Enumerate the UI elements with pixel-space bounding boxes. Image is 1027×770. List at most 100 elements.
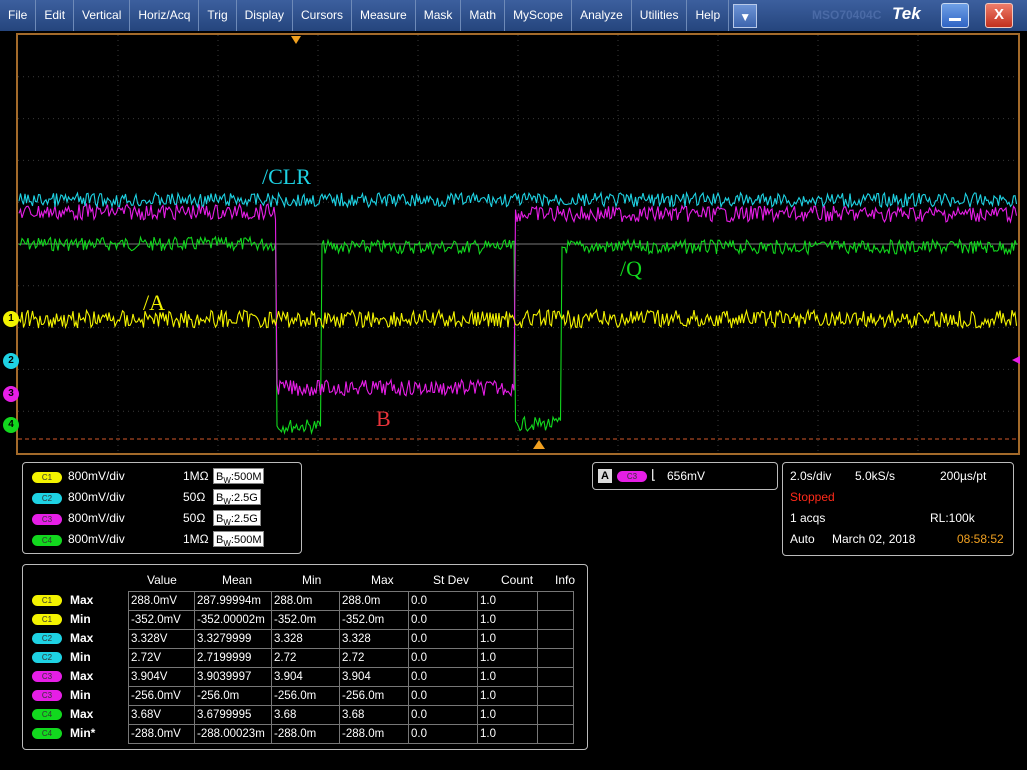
ch3-ground-marker[interactable]: 3 bbox=[3, 386, 19, 402]
acquisition-state: Stopped bbox=[790, 490, 835, 504]
bandwidth-value: :2.5G bbox=[230, 513, 258, 525]
table-row: -288.0mV -288.00023m -288.0m -288.0m 0.0 1.0 bbox=[128, 724, 574, 744]
cell-min: 288.0m bbox=[271, 591, 340, 611]
bandwidth-subscript: W bbox=[223, 539, 231, 549]
cell-value: 3.904V bbox=[128, 667, 195, 687]
table-row: 3.904V 3.9039997 3.904 3.904 0.0 1.0 bbox=[128, 667, 574, 687]
ch4-ground-marker[interactable]: 4 bbox=[3, 417, 19, 433]
cell-max: -288.0m bbox=[339, 724, 409, 744]
measurement-label: Min bbox=[70, 688, 91, 702]
trigger-level-marker bbox=[1012, 356, 1020, 364]
cell-stdev: 0.0 bbox=[408, 686, 478, 706]
trace-ch4-q bbox=[18, 235, 1018, 436]
measurement-channel-badge: C1 bbox=[32, 614, 62, 625]
cell-mean: -352.00002m bbox=[194, 610, 272, 630]
channel-1-badge[interactable]: C1 bbox=[32, 472, 62, 483]
header-st-dev: St Dev bbox=[433, 573, 470, 587]
measurement-channel-badge: C2 bbox=[32, 633, 62, 644]
cell-max: 3.328 bbox=[339, 629, 409, 649]
cell-value: -288.0mV bbox=[128, 724, 195, 744]
cell-stdev: 0.0 bbox=[408, 724, 478, 744]
cell-count: 1.0 bbox=[477, 629, 538, 649]
measurement-channel-badge: C1 bbox=[32, 595, 62, 606]
channel-4-scale: 800mV/div bbox=[68, 532, 125, 546]
bandwidth-subscript: W bbox=[223, 476, 231, 486]
header-count: Count bbox=[501, 573, 534, 587]
cell-stdev: 0.0 bbox=[408, 705, 478, 725]
table-row: 3.328V 3.3279999 3.328 3.328 0.0 1.0 bbox=[128, 629, 574, 649]
cell-value: -256.0mV bbox=[128, 686, 195, 706]
cell-count: 1.0 bbox=[477, 648, 538, 668]
measurement-label: Max bbox=[70, 631, 94, 645]
time-per-div: 2.0s/div bbox=[790, 469, 832, 483]
cell-value: 3.68V bbox=[128, 705, 195, 725]
cell-info bbox=[537, 724, 574, 744]
trigger-channel-badge: C3 bbox=[617, 471, 647, 482]
acquisition-count: 1 acqs bbox=[790, 511, 826, 525]
header-value: Value bbox=[147, 573, 177, 587]
cell-count: 1.0 bbox=[477, 610, 538, 630]
cell-value: -352.0mV bbox=[128, 610, 195, 630]
trigger-slope-icon: ⌊ bbox=[651, 467, 657, 482]
acquisition-date: March 02, 2018 bbox=[832, 532, 916, 546]
cell-info bbox=[537, 591, 574, 611]
ch1-ground-marker[interactable]: 1 bbox=[3, 311, 19, 327]
cell-mean: 287.99994m bbox=[194, 591, 272, 611]
cell-mean: 3.9039997 bbox=[194, 667, 272, 687]
cell-max: 3.68 bbox=[339, 705, 409, 725]
measurement-channel-badge: C2 bbox=[32, 652, 62, 663]
bandwidth-value: :500M bbox=[230, 534, 262, 546]
table-row: -256.0mV -256.0m -256.0m -256.0m 0.0 1.0 bbox=[128, 686, 574, 706]
table-row: 3.68V 3.6799995 3.68 3.68 0.0 1.0 bbox=[128, 705, 574, 725]
waveform-display: /CLR /Q /A B bbox=[18, 35, 1020, 453]
ch2-ground-marker[interactable]: 2 bbox=[3, 353, 19, 369]
cell-max: -352.0m bbox=[339, 610, 409, 630]
label-b: B bbox=[376, 406, 391, 431]
bandwidth-subscript: W bbox=[223, 497, 231, 507]
sample-rate: 5.0kS/s bbox=[855, 469, 896, 483]
channel-3-badge[interactable]: C3 bbox=[32, 514, 62, 525]
cell-min: -256.0m bbox=[271, 686, 340, 706]
channel-4-badge[interactable]: C4 bbox=[32, 535, 62, 546]
measurement-label: Min bbox=[70, 612, 91, 626]
point-time: 200µs/pt bbox=[940, 469, 987, 483]
cell-value: 2.72V bbox=[128, 648, 195, 668]
cell-mean: -256.0m bbox=[194, 686, 272, 706]
channel-2-badge[interactable]: C2 bbox=[32, 493, 62, 504]
cell-max: 3.904 bbox=[339, 667, 409, 687]
header-info: Info bbox=[555, 573, 576, 587]
channel-1-bandwidth: BW:500M bbox=[213, 468, 265, 486]
cell-mean: -288.00023m bbox=[194, 724, 272, 744]
measurement-label: Max bbox=[70, 669, 94, 683]
channel-4-bandwidth: BW:500M bbox=[213, 531, 265, 549]
cell-value: 288.0mV bbox=[128, 591, 195, 611]
table-row: 2.72V 2.7199999 2.72 2.72 0.0 1.0 bbox=[128, 648, 574, 668]
record-length: RL:100k bbox=[930, 511, 975, 525]
cell-count: 1.0 bbox=[477, 591, 538, 611]
cell-mean: 3.6799995 bbox=[194, 705, 272, 725]
channel-2-scale: 800mV/div bbox=[68, 490, 125, 504]
header-mean: Mean bbox=[222, 573, 253, 587]
cell-count: 1.0 bbox=[477, 705, 538, 725]
cell-info bbox=[537, 629, 574, 649]
trigger-level: 656mV bbox=[667, 469, 706, 483]
cell-min: 3.328 bbox=[271, 629, 340, 649]
trigger-source-letter: A bbox=[598, 469, 612, 483]
measurement-label: Min* bbox=[70, 726, 96, 740]
bandwidth-value: :2.5G bbox=[230, 492, 258, 504]
cell-info bbox=[537, 648, 574, 668]
cell-info bbox=[537, 610, 574, 630]
cell-stdev: 0.0 bbox=[408, 629, 478, 649]
cell-min: 3.904 bbox=[271, 667, 340, 687]
table-row: -352.0mV -352.00002m -352.0m -352.0m 0.0 1.0 bbox=[128, 610, 574, 630]
trigger-mode: Auto bbox=[790, 532, 815, 546]
trigger-position-marker bbox=[291, 36, 301, 44]
cell-min: 3.68 bbox=[271, 705, 340, 725]
channel-4-impedance: 1MΩ bbox=[183, 532, 209, 546]
acquisition-time: 08:58:52 bbox=[957, 532, 1004, 546]
cell-max: 2.72 bbox=[339, 648, 409, 668]
header-min: Min bbox=[302, 573, 322, 587]
channel-3-bandwidth: BW:2.5G bbox=[213, 510, 261, 527]
measurement-label: Min bbox=[70, 650, 91, 664]
cell-info bbox=[537, 667, 574, 687]
